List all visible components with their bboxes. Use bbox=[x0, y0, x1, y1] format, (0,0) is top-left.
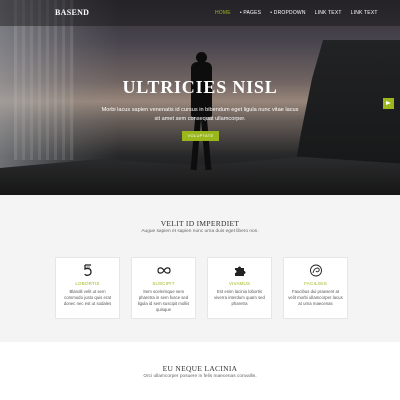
feature-card-title: VIVAMUS bbox=[228, 281, 251, 286]
hero-text: Morbi lacus sapien venenatis id cursus i… bbox=[101, 107, 299, 122]
about-title: EU NEQUE LACINIA bbox=[162, 364, 238, 373]
nav-item-home[interactable]: HOME bbox=[215, 10, 231, 16]
infinity-icon bbox=[157, 264, 171, 277]
feature-card[interactable]: FACILISIS Faucibus dui praesent at velit… bbox=[283, 257, 348, 319]
slider-next-arrow-icon[interactable] bbox=[383, 98, 394, 109]
hero-title: ULTRICIES NISL bbox=[122, 77, 278, 97]
feature-card-text: Sem scelerisque sem pharetra in sem fusc… bbox=[137, 289, 190, 312]
nav-item-dropdown[interactable]: • DROPDOWN bbox=[270, 10, 305, 16]
feature-cards: LOBORTIS Blandit velit ut sem commodo ju… bbox=[55, 257, 348, 319]
feature-card[interactable]: SUSCIPIT Sem scelerisque sem pharetra in… bbox=[131, 257, 196, 319]
top-navbar: BASEND HOME • PAGES • DROPDOWN LINK TEXT… bbox=[0, 0, 400, 26]
five-icon bbox=[81, 264, 95, 277]
features-title: VELIT ID IMPERDIET bbox=[160, 219, 240, 228]
about-subtitle: Orci ullamcorper posuere in felis maecen… bbox=[143, 374, 257, 379]
feature-card-title: LOBORTIS bbox=[75, 281, 100, 286]
feature-card-title: SUSCIPIT bbox=[152, 281, 175, 286]
brand-logo[interactable]: BASEND bbox=[55, 8, 89, 17]
features-subtitle: Augue sapien et sapien nunc urna duis eg… bbox=[141, 229, 259, 234]
nav-item-pages[interactable]: • PAGES bbox=[240, 10, 261, 16]
feature-card[interactable]: LOBORTIS Blandit velit ut sem commodo ju… bbox=[55, 257, 120, 319]
features-section: VELIT ID IMPERDIET Augue sapien et sapie… bbox=[0, 195, 400, 342]
feature-card-text: Faucibus dui praesent at velit morbi ull… bbox=[288, 289, 343, 306]
hero-cta-button[interactable]: VOLUPTATE bbox=[182, 131, 219, 141]
nav-item-link-text-2[interactable]: LINK TEXT bbox=[351, 10, 378, 16]
nav-menu: HOME • PAGES • DROPDOWN LINK TEXT LINK T… bbox=[215, 10, 378, 16]
feature-card[interactable]: VIVAMUS Est enim lacinia lobortis viverr… bbox=[207, 257, 272, 319]
feature-card-title: FACILISIS bbox=[304, 281, 327, 286]
puzzle-icon bbox=[233, 264, 247, 277]
feature-card-text: Blandit velit ut sem commodo justo quis … bbox=[63, 289, 112, 306]
feature-card-text: Est enim lacinia lobortis viverra interd… bbox=[214, 289, 265, 306]
nav-item-link-text-1[interactable]: LINK TEXT bbox=[315, 10, 342, 16]
swirl-icon bbox=[309, 264, 323, 277]
